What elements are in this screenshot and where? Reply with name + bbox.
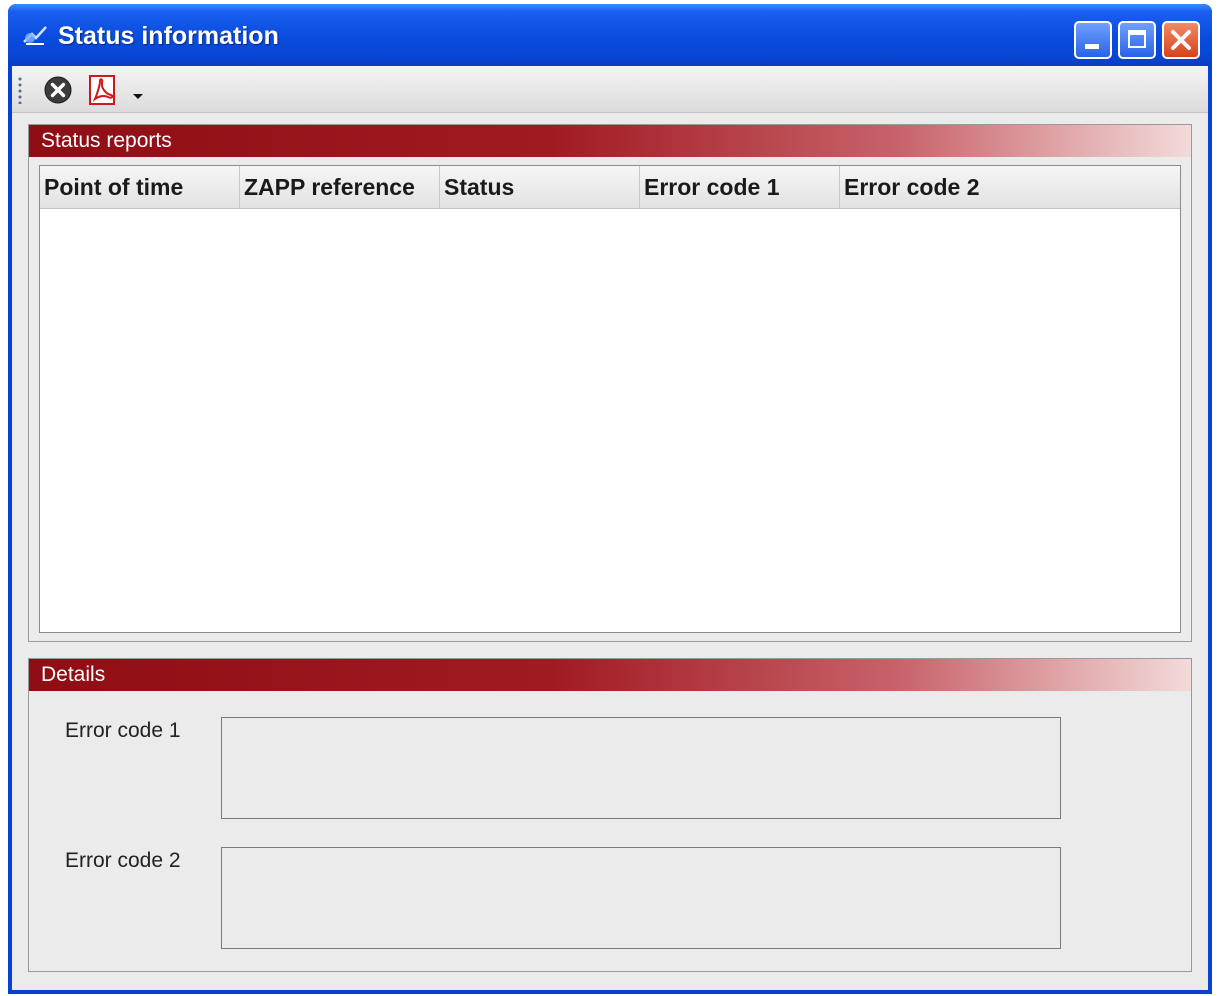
error-code-1-label: Error code 1 — [65, 719, 181, 742]
column-header-zapp-reference[interactable]: ZAPP reference — [240, 166, 440, 208]
column-header-point-of-time[interactable]: Point of time — [40, 166, 240, 208]
close-icon — [1171, 30, 1191, 50]
details-panel: Details Error code 1 Error code 2 — [28, 658, 1192, 972]
status-reports-table[interactable]: Point of time ZAPP reference Status Erro… — [39, 165, 1181, 633]
pdf-icon — [89, 75, 115, 105]
minimize-button[interactable] — [1074, 21, 1112, 59]
close-button[interactable] — [1162, 21, 1200, 59]
error-code-2-field[interactable] — [221, 847, 1061, 949]
chevron-down-icon — [133, 94, 143, 99]
app-icon — [23, 26, 47, 45]
status-reports-panel: Status reports Point of time ZAPP refere… — [28, 124, 1192, 642]
titlebar[interactable]: Status information — [8, 4, 1212, 66]
maximize-button[interactable] — [1118, 21, 1156, 59]
error-code-2-label: Error code 2 — [65, 849, 181, 872]
error-code-1-field[interactable] — [221, 717, 1061, 819]
status-reports-header: Status reports — [29, 125, 1191, 157]
window: Status information Status reports Point … — [8, 4, 1212, 994]
details-header: Details — [29, 659, 1191, 691]
toolbar-grip[interactable] — [18, 76, 22, 104]
toolbar — [12, 66, 1208, 113]
table-body[interactable] — [40, 209, 1180, 632]
window-title: Status information — [58, 22, 279, 50]
table-header: Point of time ZAPP reference Status Erro… — [40, 166, 1180, 209]
cancel-button[interactable] — [42, 74, 74, 106]
maximize-icon — [1128, 30, 1146, 48]
cancel-circle-icon — [44, 76, 72, 104]
minimize-icon — [1085, 44, 1099, 49]
pdf-export-button[interactable] — [86, 74, 118, 106]
column-header-error-code-2[interactable]: Error code 2 — [840, 166, 1180, 208]
toolbar-dropdown-button[interactable] — [130, 74, 146, 106]
column-header-status[interactable]: Status — [440, 166, 640, 208]
window-client-area: Status reports Point of time ZAPP refere… — [12, 66, 1208, 990]
column-header-error-code-1[interactable]: Error code 1 — [640, 166, 840, 208]
